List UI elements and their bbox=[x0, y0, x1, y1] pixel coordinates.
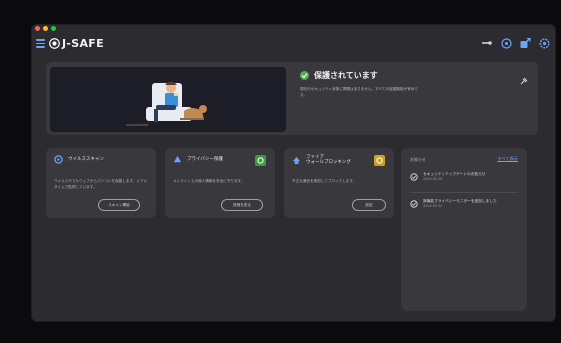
status-badge bbox=[255, 155, 266, 166]
check-circle-icon bbox=[300, 71, 309, 80]
card-description: 不正な通信を検知してブロックします。 bbox=[292, 179, 357, 183]
protection-status-title: 保護されています bbox=[314, 71, 378, 80]
app-name: J-SAFE bbox=[62, 37, 104, 50]
lock-icon bbox=[173, 155, 182, 163]
card-header: ファイア ウォールブロッキング bbox=[292, 155, 351, 165]
hero-illustration bbox=[50, 67, 286, 132]
status-badge bbox=[374, 155, 385, 166]
protection-status-panel: 保護されています 現在のセキュリティ状態に問題はありません。すべての保護機能が有… bbox=[46, 62, 538, 135]
close-window-button[interactable] bbox=[35, 26, 40, 31]
titlebar-actions bbox=[481, 37, 550, 49]
card-title: プライバシー保護 bbox=[187, 157, 223, 162]
shield-scan-icon bbox=[54, 155, 63, 164]
card-description: ウイルスやマルウェアからパソコンを保護します。リアルタイムで監視しています。 bbox=[54, 179, 148, 189]
share-icon[interactable] bbox=[519, 37, 531, 49]
news-item-date: 2024.05.20 bbox=[423, 177, 443, 181]
news-panel: お知らせ すべて表示 セキュリティアップデートのお知らせ 2024.05.20 … bbox=[401, 148, 527, 311]
settings-icon[interactable] bbox=[538, 37, 550, 49]
help-icon[interactable] bbox=[500, 37, 512, 49]
globe-logo-icon bbox=[49, 38, 60, 49]
news-item[interactable]: 新機能プライバシーモニターを追加しました 2024.05.10 bbox=[410, 199, 519, 209]
card-header: プライバシー保護 bbox=[173, 155, 223, 164]
news-header: お知らせ bbox=[410, 157, 426, 162]
hamburger-icon[interactable] bbox=[36, 39, 45, 48]
firewall-icon bbox=[292, 156, 301, 164]
pin-icon[interactable] bbox=[520, 70, 528, 85]
app-logo: J-SAFE bbox=[49, 37, 104, 50]
card-title-line2: ウォールブロッキング bbox=[306, 160, 351, 165]
card-header: ウイルススキャン bbox=[54, 155, 104, 164]
shield-check-icon bbox=[410, 200, 418, 208]
start-scan-button[interactable]: スキャン開始 bbox=[98, 199, 140, 211]
card-virus-scan: ウイルススキャン ウイルスやマルウェアからパソコンを保護します。リアルタイムで監… bbox=[46, 148, 156, 218]
protection-status-description: 現在のセキュリティ状態に問題はありません。すべての保護機能が有効です。 bbox=[300, 87, 418, 97]
window-controls bbox=[35, 26, 56, 31]
firewall-settings-button[interactable]: 設定 bbox=[352, 199, 386, 211]
maximize-window-button[interactable] bbox=[51, 26, 56, 31]
card-description: オンライン上の個人情報を安全に守ります。 bbox=[173, 179, 245, 183]
shield-check-icon bbox=[410, 173, 418, 181]
news-item-date: 2024.05.10 bbox=[423, 204, 443, 208]
app-window: J-SAFE 保護されています 現在のセキュリティ状態に問題はありません。すべて… bbox=[31, 24, 556, 322]
card-title: ウイルススキャン bbox=[68, 157, 104, 162]
view-all-link[interactable]: すべて表示 bbox=[498, 156, 518, 162]
news-item[interactable]: セキュリティアップデートのお知らせ 2024.05.20 bbox=[410, 172, 519, 182]
protection-status: 保護されています bbox=[300, 70, 378, 81]
titlebar: J-SAFE bbox=[31, 34, 556, 56]
key-icon[interactable] bbox=[481, 37, 493, 49]
card-privacy: プライバシー保護 オンライン上の個人情報を安全に守ります。 詳細を見る bbox=[165, 148, 275, 218]
privacy-details-button[interactable]: 詳細を見る bbox=[221, 199, 263, 211]
card-firewall: ファイア ウォールブロッキング 不正な通信を検知してブロックします。 設定 bbox=[284, 148, 394, 218]
card-title: ファイア ウォールブロッキング bbox=[306, 155, 351, 165]
minimize-window-button[interactable] bbox=[43, 26, 48, 31]
divider bbox=[410, 192, 518, 193]
